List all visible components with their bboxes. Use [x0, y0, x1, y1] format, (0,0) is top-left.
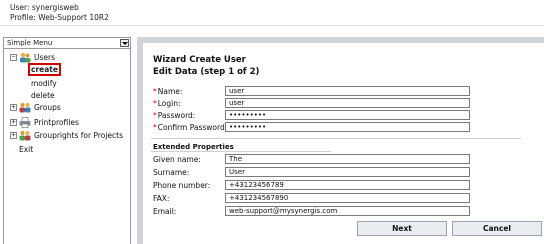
users-icon [20, 52, 31, 63]
phone-number-label: Phone number: [153, 181, 211, 190]
tree-subitem-label: delete [31, 91, 55, 100]
email-label: Email: [153, 207, 177, 216]
tree-item-printprofiles[interactable]: + Printprofiles [4, 116, 130, 128]
next-button[interactable]: Next [357, 221, 447, 236]
section-underline [151, 151, 331, 152]
grouprights-icon [19, 131, 31, 141]
content-frame: Wizard Create User Edit Data (step 1 of … [137, 37, 544, 244]
extended-properties-title: Extended Properties [153, 143, 234, 151]
expand-icon[interactable]: + [10, 119, 17, 126]
tree-item-label: Groups [34, 103, 61, 112]
printprofiles-icon [19, 117, 31, 128]
login-label: *Login: [153, 99, 181, 108]
given-name-field[interactable]: The [225, 154, 470, 164]
email-field[interactable]: web-support@mysynergis.com [225, 206, 470, 216]
divider [151, 138, 521, 139]
menu-select[interactable]: Simple Menu [4, 38, 130, 49]
tree-item-label: Users [34, 53, 56, 62]
groups-icon [19, 103, 31, 113]
confirm-password-field[interactable]: ••••••••• [225, 122, 470, 132]
fax-field[interactable]: +431234567890 [225, 193, 470, 203]
fax-label: FAX: [153, 194, 170, 203]
confirm-password-label: *Confirm Password: [153, 123, 228, 132]
tree-item-groups[interactable]: + Groups [4, 101, 130, 113]
tree-item-grouprights[interactable]: + Grouprights for Projects [4, 129, 130, 141]
tree-item-label: Printprofiles [34, 118, 79, 127]
wizard-title: Wizard Create User [153, 55, 246, 65]
name-label: *Name: [153, 87, 183, 96]
navigation-panel: Simple Menu − Users create modify delete… [3, 37, 131, 244]
collapse-icon[interactable]: − [10, 54, 17, 61]
tree-subitem-label: create [28, 63, 61, 76]
password-label: *Password: [153, 111, 196, 120]
surname-field[interactable]: User [225, 167, 470, 177]
password-field[interactable]: ••••••••• [225, 110, 470, 120]
surname-label: Surname: [153, 168, 190, 177]
tree-item-users[interactable]: − Users [4, 51, 130, 63]
login-field[interactable]: user [225, 98, 470, 108]
chevron-down-icon[interactable] [120, 39, 129, 47]
profile-line: Profile: Web-Support 10R2 [10, 13, 109, 22]
expand-icon[interactable]: + [10, 132, 17, 139]
tree-subitem-label: modify [31, 79, 57, 88]
menu-select-value: Simple Menu [7, 39, 53, 47]
user-line: User: synergisweb [10, 3, 79, 12]
wizard-panel: Wizard Create User Edit Data (step 1 of … [143, 43, 544, 244]
name-field[interactable]: user [225, 86, 470, 96]
expand-icon[interactable]: + [10, 104, 17, 111]
phone-number-field[interactable]: +43123456789 [225, 180, 470, 190]
header: User: synergisweb Profile: Web-Support 1… [0, 0, 544, 26]
exit-label: Exit [19, 145, 34, 154]
tree-item-label: Grouprights for Projects [34, 131, 124, 140]
cancel-button[interactable]: Cancel [452, 221, 542, 236]
wizard-subtitle: Edit Data (step 1 of 2) [153, 67, 260, 77]
given-name-label: Given name: [153, 155, 201, 164]
